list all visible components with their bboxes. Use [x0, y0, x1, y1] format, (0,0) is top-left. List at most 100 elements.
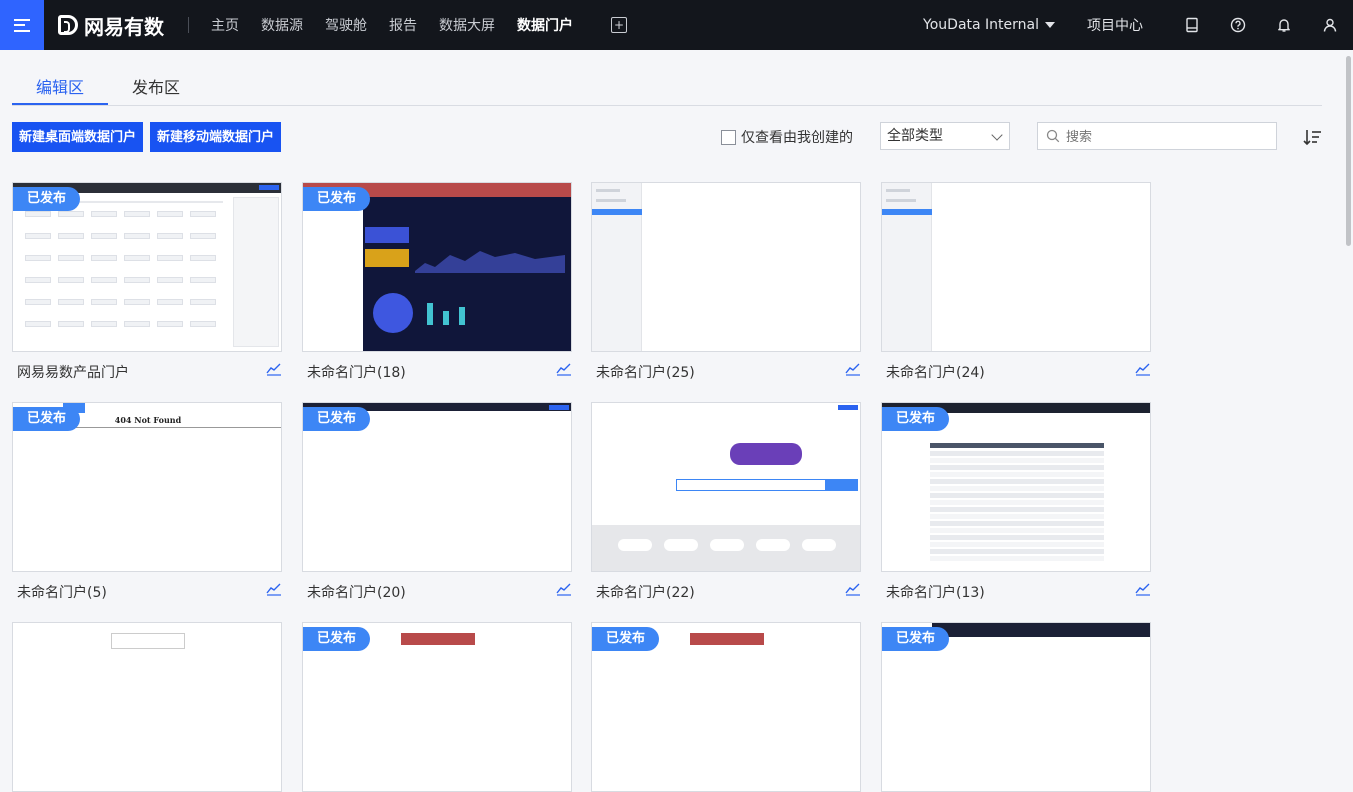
brand-logo[interactable]: 网易有数: [58, 11, 164, 40]
thumbnail-shape: [930, 542, 1104, 547]
thumbnail-shape: [124, 211, 150, 217]
nav-home[interactable]: 主页: [211, 15, 239, 35]
thumbnail-shape: [111, 633, 185, 649]
trend-chart-icon[interactable]: [845, 582, 861, 596]
project-center-link[interactable]: 项目中心: [1087, 15, 1143, 35]
portal-card[interactable]: [12, 622, 282, 792]
trend-chart-icon[interactable]: [266, 362, 282, 376]
trend-chart-icon[interactable]: [1135, 362, 1151, 376]
portal-card[interactable]: 已发布: [302, 622, 572, 792]
sort-icon[interactable]: [1302, 127, 1322, 147]
new-desktop-portal-button[interactable]: 新建桌面端数据门户: [12, 122, 144, 152]
portal-thumbnail[interactable]: 已发布: [12, 182, 282, 352]
portal-name[interactable]: 未命名门户(20): [307, 582, 406, 602]
thumbnail-shape: [124, 321, 150, 327]
thumbnail-shape: [930, 451, 1104, 456]
portal-name[interactable]: 未命名门户(5): [17, 582, 107, 602]
published-badge: 已发布: [303, 187, 371, 211]
thumbnail-area-chart: [415, 251, 565, 273]
thumbnail-shape: [932, 623, 1150, 637]
help-icon[interactable]: [1215, 0, 1261, 50]
only-mine-filter[interactable]: 仅查看由我创建的: [721, 127, 853, 147]
thumbnail-shape: [25, 321, 51, 327]
new-mobile-portal-button[interactable]: 新建移动端数据门户: [150, 122, 282, 152]
thumbnail-shape: [124, 299, 150, 305]
portal-card[interactable]: 已发布未命名门户(18): [302, 182, 572, 381]
menu-icon[interactable]: [0, 0, 44, 50]
thumbnail-shape: [58, 277, 84, 283]
portal-thumbnail[interactable]: 已发布: [302, 182, 572, 352]
portal-card[interactable]: 404 Not Found 已发布未命名门户(5): [12, 402, 282, 601]
search-input[interactable]: [1066, 128, 1266, 144]
portal-thumbnail[interactable]: 已发布: [881, 622, 1151, 792]
portal-card[interactable]: 已发布未命名门户(20): [302, 402, 572, 601]
portal-card[interactable]: 已发布: [591, 622, 861, 792]
tab-edit-area[interactable]: 编辑区: [12, 72, 108, 105]
scrollbar[interactable]: [1344, 50, 1353, 643]
thumbnail-shape: [930, 549, 1104, 554]
nav-cockpit[interactable]: 驾驶舱: [325, 15, 367, 35]
thumbnail-shape: [756, 539, 790, 551]
thumbnail-shape: [930, 507, 1104, 512]
thumbnail-shape: [690, 633, 764, 645]
tab-publish-area[interactable]: 发布区: [108, 72, 204, 105]
portal-card[interactable]: 未命名门户(24): [881, 182, 1151, 381]
thumbnail-shape: [592, 209, 642, 215]
top-navigation-bar: 网易有数 主页 数据源 驾驶舱 报告 数据大屏 数据门户 + YouData I…: [0, 0, 1353, 50]
published-badge: 已发布: [303, 627, 371, 651]
search-box[interactable]: [1037, 122, 1277, 150]
nav-datasource[interactable]: 数据源: [261, 15, 303, 35]
portal-thumbnail[interactable]: [591, 182, 861, 352]
trend-chart-icon[interactable]: [556, 582, 572, 596]
trend-chart-icon[interactable]: [1135, 582, 1151, 596]
portal-thumbnail[interactable]: 404 Not Found 已发布: [12, 402, 282, 572]
nav-data-portal[interactable]: 数据门户: [517, 15, 573, 35]
scrollbar-thumb[interactable]: [1346, 56, 1351, 246]
portal-card[interactable]: 未命名门户(22): [591, 402, 861, 601]
portal-thumbnail[interactable]: [591, 402, 861, 572]
thumbnail-shape: [882, 209, 932, 215]
thumbnail-shape: [157, 321, 183, 327]
area-tabs: 编辑区 发布区: [12, 72, 1322, 106]
trend-chart-icon[interactable]: [556, 362, 572, 376]
trend-chart-icon[interactable]: [266, 582, 282, 596]
portal-thumbnail[interactable]: [12, 622, 282, 792]
add-tab-icon[interactable]: +: [611, 17, 627, 33]
portal-card[interactable]: 已发布网易易数产品门户: [12, 182, 282, 381]
portal-name[interactable]: 未命名门户(25): [596, 362, 695, 382]
published-badge: 已发布: [592, 627, 660, 651]
trend-chart-icon[interactable]: [845, 362, 861, 376]
thumbnail-shape: [157, 211, 183, 217]
portal-card[interactable]: 已发布: [881, 622, 1151, 792]
bell-icon[interactable]: [1261, 0, 1307, 50]
thumbnail-shape: [838, 405, 858, 410]
nav-report[interactable]: 报告: [389, 15, 417, 35]
portal-name[interactable]: 未命名门户(24): [886, 362, 985, 382]
type-select[interactable]: 全部类型: [880, 122, 1010, 150]
portal-name[interactable]: 未命名门户(13): [886, 582, 985, 602]
thumbnail-shape: [930, 528, 1104, 533]
thumbnail-shape: [930, 493, 1104, 498]
portal-thumbnail[interactable]: [881, 182, 1151, 352]
docs-icon[interactable]: [1169, 0, 1215, 50]
user-icon[interactable]: [1307, 0, 1353, 50]
portal-thumbnail[interactable]: 已发布: [881, 402, 1151, 572]
thumbnail-shape: [802, 539, 836, 551]
thumbnail-shape: [124, 233, 150, 239]
thumbnail-shape: [664, 539, 698, 551]
org-switcher[interactable]: YouData Internal: [923, 17, 1055, 33]
thumbnail-shape: [618, 539, 652, 551]
portal-thumbnail[interactable]: 已发布: [302, 622, 572, 792]
portal-card[interactable]: 未命名门户(25): [591, 182, 861, 381]
thumbnail-shape: [190, 277, 216, 283]
thumbnail-shape: [259, 185, 279, 190]
only-mine-checkbox[interactable]: [721, 129, 736, 145]
portal-card[interactable]: 已发布未命名门户(13): [881, 402, 1151, 601]
portal-name[interactable]: 未命名门户(18): [307, 362, 406, 382]
nav-big-screen[interactable]: 数据大屏: [439, 15, 495, 35]
thumbnail-shape: [190, 233, 216, 239]
portal-name[interactable]: 网易易数产品门户: [17, 362, 129, 382]
portal-thumbnail[interactable]: 已发布: [302, 402, 572, 572]
portal-thumbnail[interactable]: 已发布: [591, 622, 861, 792]
portal-name[interactable]: 未命名门户(22): [596, 582, 695, 602]
